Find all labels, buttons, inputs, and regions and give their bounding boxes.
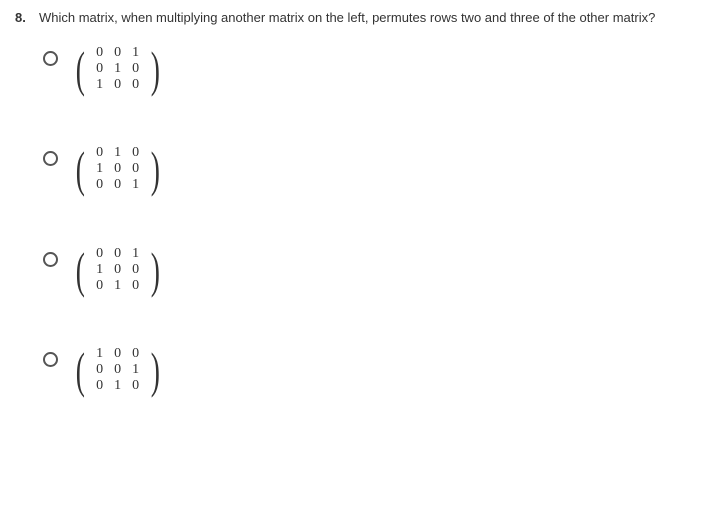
cell: 0 xyxy=(127,346,145,362)
cell: 1 xyxy=(109,378,127,394)
matrix-body: 001 100 010 xyxy=(89,246,147,294)
cell: 0 xyxy=(109,177,127,193)
matrix-body: 001 010 100 xyxy=(89,45,147,93)
option-2[interactable]: ( 010 100 001 ) xyxy=(43,145,712,193)
cell: 1 xyxy=(91,77,109,93)
right-paren-icon: ) xyxy=(150,246,159,294)
cell: 0 xyxy=(127,145,145,161)
radio-icon[interactable] xyxy=(43,151,58,166)
cell: 0 xyxy=(127,378,145,394)
cell: 0 xyxy=(91,145,109,161)
cell: 0 xyxy=(91,177,109,193)
matrix-2: ( 010 100 001 ) xyxy=(72,145,163,193)
radio-icon[interactable] xyxy=(43,51,58,66)
cell: 0 xyxy=(91,378,109,394)
right-paren-icon: ) xyxy=(150,45,159,93)
option-1[interactable]: ( 001 010 100 ) xyxy=(43,45,712,93)
radio-icon[interactable] xyxy=(43,352,58,367)
cell: 0 xyxy=(91,61,109,77)
option-4[interactable]: ( 100 001 010 ) xyxy=(43,346,712,394)
matrix-1: ( 001 010 100 ) xyxy=(72,45,163,93)
cell: 0 xyxy=(109,77,127,93)
cell: 1 xyxy=(127,362,145,378)
cell: 1 xyxy=(109,278,127,294)
left-paren-icon: ( xyxy=(76,246,85,294)
cell: 1 xyxy=(127,177,145,193)
cell: 0 xyxy=(91,45,109,61)
question-text: Which matrix, when multiplying another m… xyxy=(39,10,712,25)
options-list: ( 001 010 100 ) ( 010 100 001 ) ( 001 xyxy=(15,45,712,394)
cell: 0 xyxy=(109,45,127,61)
cell: 0 xyxy=(109,346,127,362)
left-paren-icon: ( xyxy=(76,346,85,394)
cell: 0 xyxy=(127,77,145,93)
cell: 0 xyxy=(109,362,127,378)
left-paren-icon: ( xyxy=(76,45,85,93)
cell: 1 xyxy=(127,45,145,61)
cell: 1 xyxy=(91,161,109,177)
cell: 0 xyxy=(91,278,109,294)
question-number: 8. xyxy=(15,10,31,25)
option-3[interactable]: ( 001 100 010 ) xyxy=(43,246,712,294)
cell: 0 xyxy=(127,161,145,177)
cell: 1 xyxy=(91,262,109,278)
right-paren-icon: ) xyxy=(150,145,159,193)
cell: 0 xyxy=(127,278,145,294)
cell: 0 xyxy=(109,262,127,278)
cell: 1 xyxy=(109,61,127,77)
cell: 1 xyxy=(109,145,127,161)
question-row: 8. Which matrix, when multiplying anothe… xyxy=(15,10,712,25)
cell: 0 xyxy=(127,61,145,77)
cell: 0 xyxy=(91,362,109,378)
matrix-body: 100 001 010 xyxy=(89,346,147,394)
left-paren-icon: ( xyxy=(76,145,85,193)
cell: 1 xyxy=(91,346,109,362)
matrix-body: 010 100 001 xyxy=(89,145,147,193)
cell: 0 xyxy=(127,262,145,278)
matrix-4: ( 100 001 010 ) xyxy=(72,346,163,394)
cell: 0 xyxy=(91,246,109,262)
cell: 0 xyxy=(109,161,127,177)
cell: 1 xyxy=(127,246,145,262)
radio-icon[interactable] xyxy=(43,252,58,267)
right-paren-icon: ) xyxy=(150,346,159,394)
cell: 0 xyxy=(109,246,127,262)
matrix-3: ( 001 100 010 ) xyxy=(72,246,163,294)
